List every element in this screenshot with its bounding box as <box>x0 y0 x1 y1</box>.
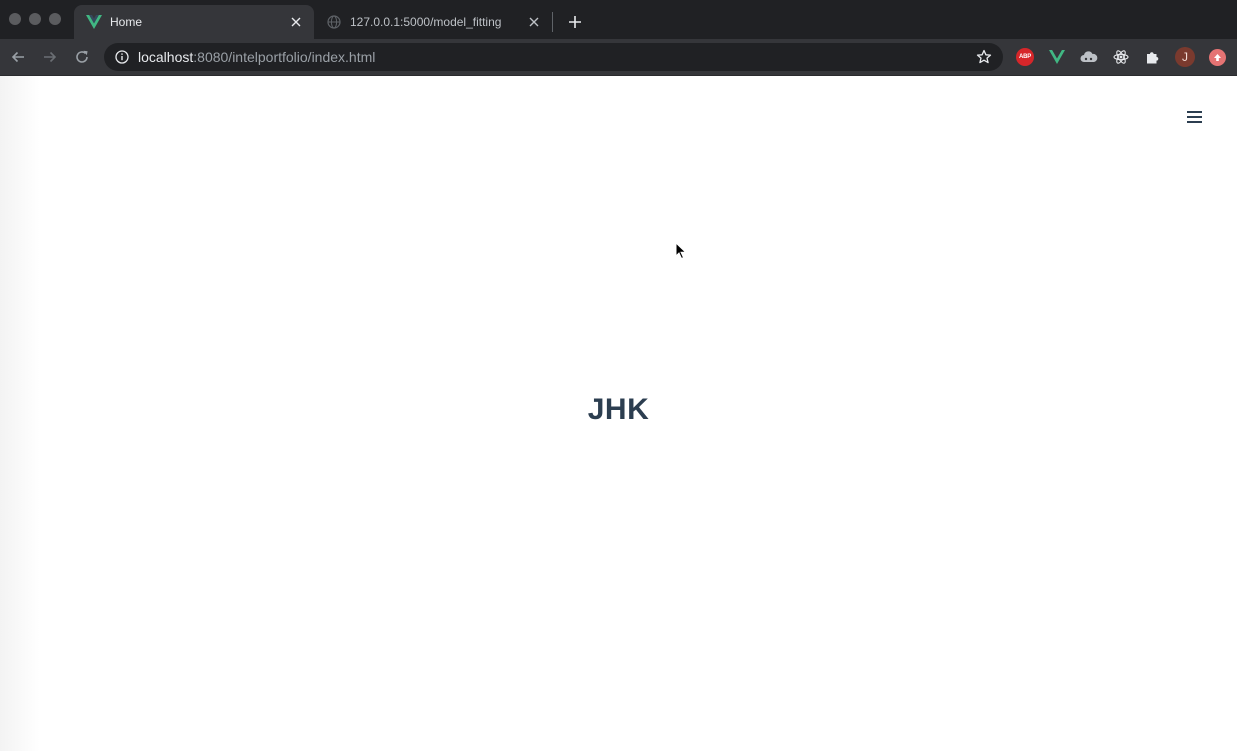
mouse-cursor-icon <box>675 242 687 260</box>
update-extension[interactable] <box>1208 48 1226 66</box>
url-host: localhost <box>138 49 194 65</box>
tab-strip: Home 127.0.0.1:5000/model_fitting <box>0 0 1237 39</box>
url-text[interactable]: localhost:8080/intelportfolio/index.html <box>138 49 975 65</box>
arrow-right-icon <box>44 51 57 63</box>
cloud-icon <box>1080 51 1098 62</box>
address-bar[interactable]: localhost:8080/intelportfolio/index.html <box>104 43 1003 71</box>
tab-home[interactable]: Home <box>74 5 314 39</box>
bookmark-star-icon[interactable] <box>975 48 993 66</box>
upload-icon <box>1208 48 1226 66</box>
url-path: :8080/intelportfolio/index.html <box>193 49 376 65</box>
browser-window: Home 127.0.0.1:5000/model_fitting localh… <box>0 0 1237 751</box>
adblock-plus-extension[interactable]: ABP <box>1016 48 1034 66</box>
reload-icon <box>76 50 88 63</box>
browser-toolbar: localhost:8080/intelportfolio/index.html… <box>0 39 1237 76</box>
close-icon[interactable] <box>526 14 542 30</box>
tab-model-fitting[interactable]: 127.0.0.1:5000/model_fitting <box>318 5 552 39</box>
profile-avatar[interactable]: J <box>1175 47 1195 67</box>
react-devtools-extension[interactable] <box>1112 48 1130 66</box>
vue-icon <box>1049 50 1065 64</box>
window-minimize-button[interactable] <box>29 13 41 25</box>
avatar: J <box>1175 47 1195 67</box>
page-content: JHK <box>0 76 1237 751</box>
vue-icon <box>86 14 102 30</box>
tab-separator <box>552 12 553 32</box>
plus-icon <box>569 16 581 28</box>
vue-devtools-extension[interactable] <box>1048 48 1066 66</box>
globe-icon <box>326 14 342 30</box>
menu-line <box>1187 121 1202 123</box>
abp-icon: ABP <box>1016 48 1034 66</box>
menu-line <box>1187 116 1202 118</box>
tab-title: Home <box>110 15 143 29</box>
new-tab-button[interactable] <box>565 12 585 32</box>
hamburger-menu-icon[interactable] <box>1186 110 1204 124</box>
window-maximize-button[interactable] <box>49 13 61 25</box>
arrow-left-icon <box>11 51 24 63</box>
tab-title: 127.0.0.1:5000/model_fitting <box>350 15 502 29</box>
reload-button[interactable] <box>72 47 92 67</box>
close-icon[interactable] <box>288 14 304 30</box>
info-icon[interactable] <box>114 49 130 65</box>
site-logo-text[interactable]: JHK <box>0 393 1237 427</box>
window-close-button[interactable] <box>9 13 21 25</box>
menu-line <box>1187 111 1202 113</box>
cloud-extension[interactable] <box>1080 48 1098 66</box>
react-icon <box>1113 50 1129 64</box>
puzzle-icon <box>1147 52 1159 64</box>
extensions-button[interactable] <box>1144 48 1162 66</box>
back-button[interactable] <box>8 47 28 67</box>
forward-button[interactable] <box>40 47 60 67</box>
